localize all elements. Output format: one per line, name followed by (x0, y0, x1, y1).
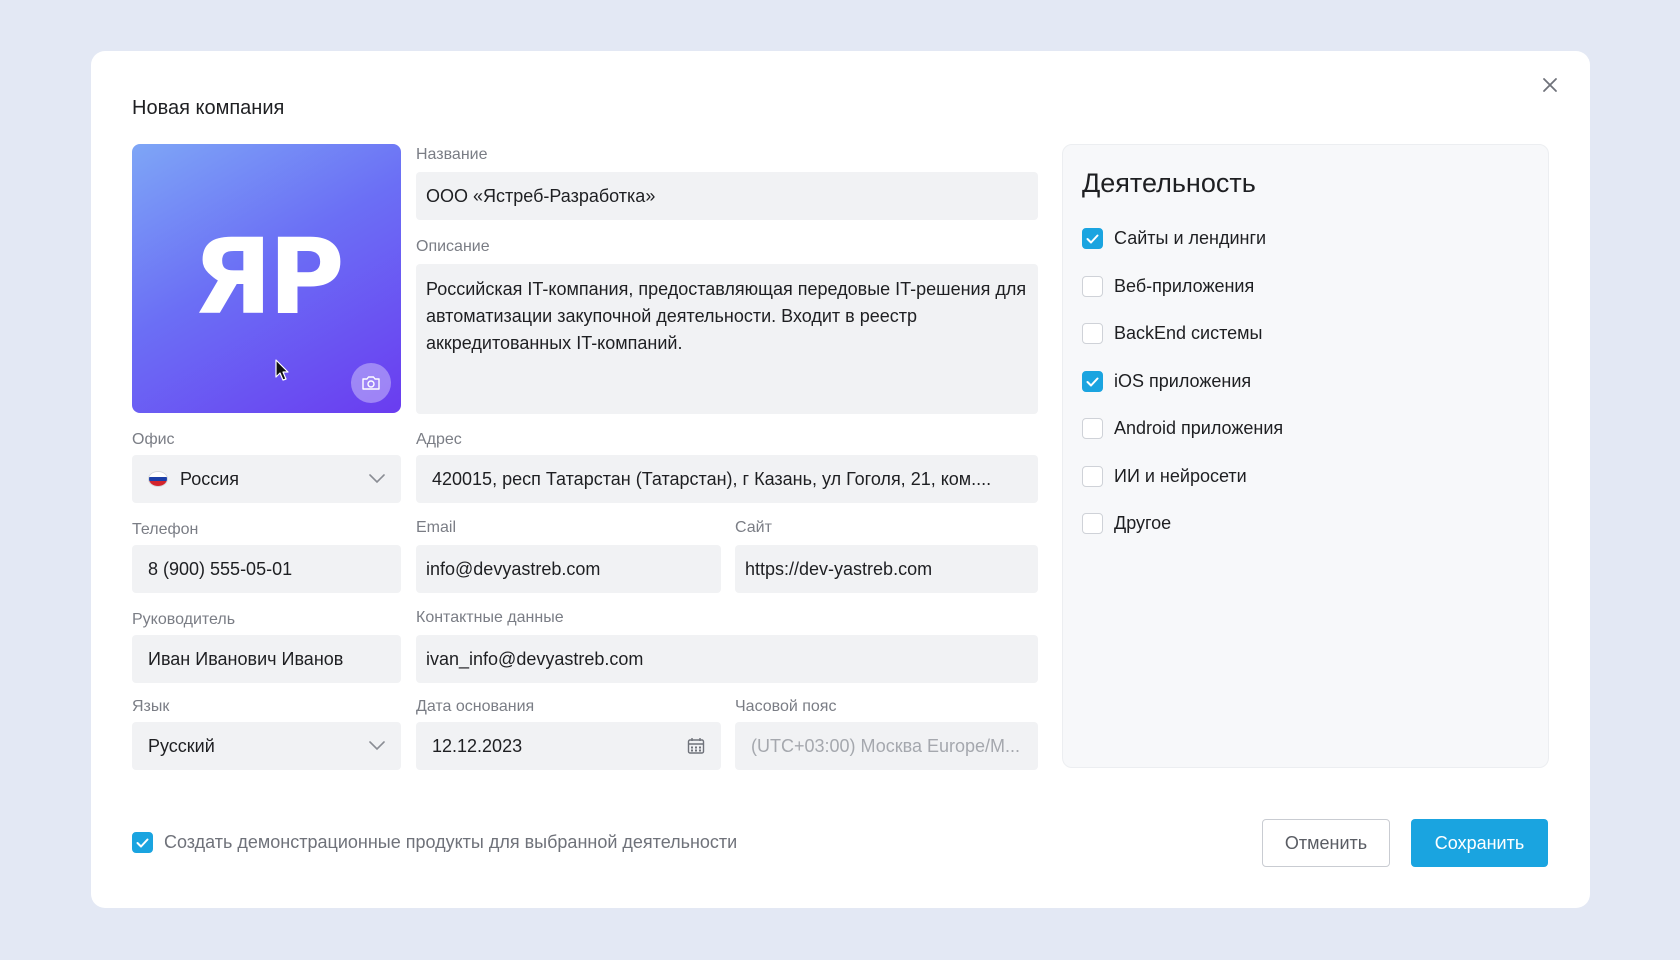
timezone-value: (UTC+03:00) Москва Europe/M... (751, 735, 1021, 756)
checkbox[interactable] (1082, 276, 1103, 297)
checkbox[interactable] (1082, 323, 1103, 344)
mouse-cursor-icon (275, 359, 289, 381)
timezone-label: Часовой пояс (735, 698, 837, 715)
name-label: Название (416, 146, 488, 163)
manager-label: Руководитель (132, 611, 236, 628)
founded-label: Дата основания (416, 698, 535, 715)
demo-products-option[interactable]: Создать демонстрационные продукты для вы… (132, 832, 737, 853)
checkbox[interactable] (1082, 418, 1103, 439)
activity-item-label: BackEnd системы (1114, 323, 1263, 343)
name-input[interactable]: ООО «Ястреб-Разработка» (416, 172, 1038, 220)
activity-item-backend[interactable]: BackEnd системы (1082, 323, 1262, 344)
description-label: Описание (416, 238, 490, 255)
phone-label: Телефон (132, 521, 199, 538)
camera-icon (362, 376, 380, 390)
site-label: Сайт (735, 519, 772, 536)
phone-input[interactable]: 8 (900) 555-05-01 (132, 545, 401, 593)
manager-input[interactable]: Иван Иванович Иванов (132, 635, 401, 683)
check-icon (1086, 377, 1099, 386)
activity-item-label: Веб-приложения (1114, 276, 1255, 296)
language-value: Русский (148, 735, 215, 756)
language-label: Язык (132, 698, 170, 715)
name-value: ООО «Ястреб-Разработка» (426, 185, 656, 206)
activity-item-websites[interactable]: Сайты и лендинги (1082, 228, 1266, 249)
address-label: Адрес (416, 431, 462, 448)
activity-item-web-apps[interactable]: Веб-приложения (1082, 276, 1254, 297)
activity-item-android[interactable]: Android приложения (1082, 418, 1283, 439)
address-input[interactable]: 420015, респ Татарстан (Татарстан), г Ка… (416, 455, 1038, 503)
activity-item-label: Android приложения (1114, 418, 1284, 438)
checkbox[interactable] (1082, 228, 1103, 249)
contacts-label: Контактные данные (416, 609, 564, 626)
contacts-input[interactable]: ivan_info@devyastreb.com (416, 635, 1038, 683)
email-value: info@devyastreb.com (426, 558, 601, 579)
activity-item-ios[interactable]: iOS приложения (1082, 371, 1251, 392)
email-input[interactable]: info@devyastreb.com (416, 545, 721, 593)
chevron-down-icon (369, 474, 385, 484)
activity-item-label: iOS приложения (1114, 371, 1252, 391)
activity-item-label: Другое (1114, 513, 1172, 533)
address-value: 420015, респ Татарстан (Татарстан), г Ка… (432, 468, 992, 489)
activity-title: Деятельность (1082, 168, 1256, 198)
activity-item-ai[interactable]: ИИ и нейросети (1082, 466, 1247, 487)
office-label: Офис (132, 431, 175, 448)
description-value: Российская IT-компания, предоставляющая … (426, 279, 1027, 353)
demo-products-label: Создать демонстрационные продукты для вы… (164, 832, 738, 852)
logo-initials: ЯР (192, 216, 344, 338)
demo-products-checkbox[interactable] (132, 832, 153, 853)
activity-item-other[interactable]: Другое (1082, 513, 1171, 534)
cancel-button[interactable]: Отменить (1262, 819, 1390, 867)
phone-value: 8 (900) 555-05-01 (148, 558, 293, 579)
language-select[interactable]: Русский (132, 722, 401, 770)
site-input[interactable]: https://dev-yastreb.com (735, 545, 1038, 593)
russia-flag-icon (148, 471, 168, 487)
check-icon (1086, 234, 1099, 243)
activity-item-label: ИИ и нейросети (1114, 466, 1247, 486)
activity-item-label: Сайты и лендинги (1114, 228, 1267, 248)
office-select[interactable]: Россия (132, 455, 401, 503)
new-company-dialog: Новая компания ЯР Название ООО «Ястреб-Р… (91, 51, 1590, 908)
checkbox[interactable] (1082, 513, 1103, 534)
upload-photo-button[interactable] (351, 363, 391, 403)
activity-panel: Деятельность Сайты и лендинги Веб-прилож… (1062, 144, 1549, 768)
office-value: Россия (180, 468, 240, 489)
timezone-input[interactable]: (UTC+03:00) Москва Europe/M... (735, 722, 1038, 770)
checkbox[interactable] (1082, 466, 1103, 487)
company-logo[interactable]: ЯР (132, 144, 401, 413)
manager-value: Иван Иванович Иванов (148, 648, 344, 669)
founded-date-input[interactable]: 12.12.2023 (416, 722, 721, 770)
contacts-value: ivan_info@devyastreb.com (426, 648, 644, 669)
calendar-icon[interactable] (687, 737, 705, 755)
check-icon (136, 838, 149, 847)
save-button[interactable]: Сохранить (1411, 819, 1548, 867)
founded-value: 12.12.2023 (432, 735, 523, 756)
checkbox[interactable] (1082, 371, 1103, 392)
dialog-title: Новая компания (132, 97, 285, 119)
close-button[interactable] (1534, 69, 1566, 101)
site-value: https://dev-yastreb.com (745, 558, 933, 579)
chevron-down-icon (369, 741, 385, 751)
description-textarea[interactable]: Российская IT-компания, предоставляющая … (416, 264, 1038, 414)
close-icon (1543, 78, 1557, 92)
email-label: Email (416, 519, 457, 536)
